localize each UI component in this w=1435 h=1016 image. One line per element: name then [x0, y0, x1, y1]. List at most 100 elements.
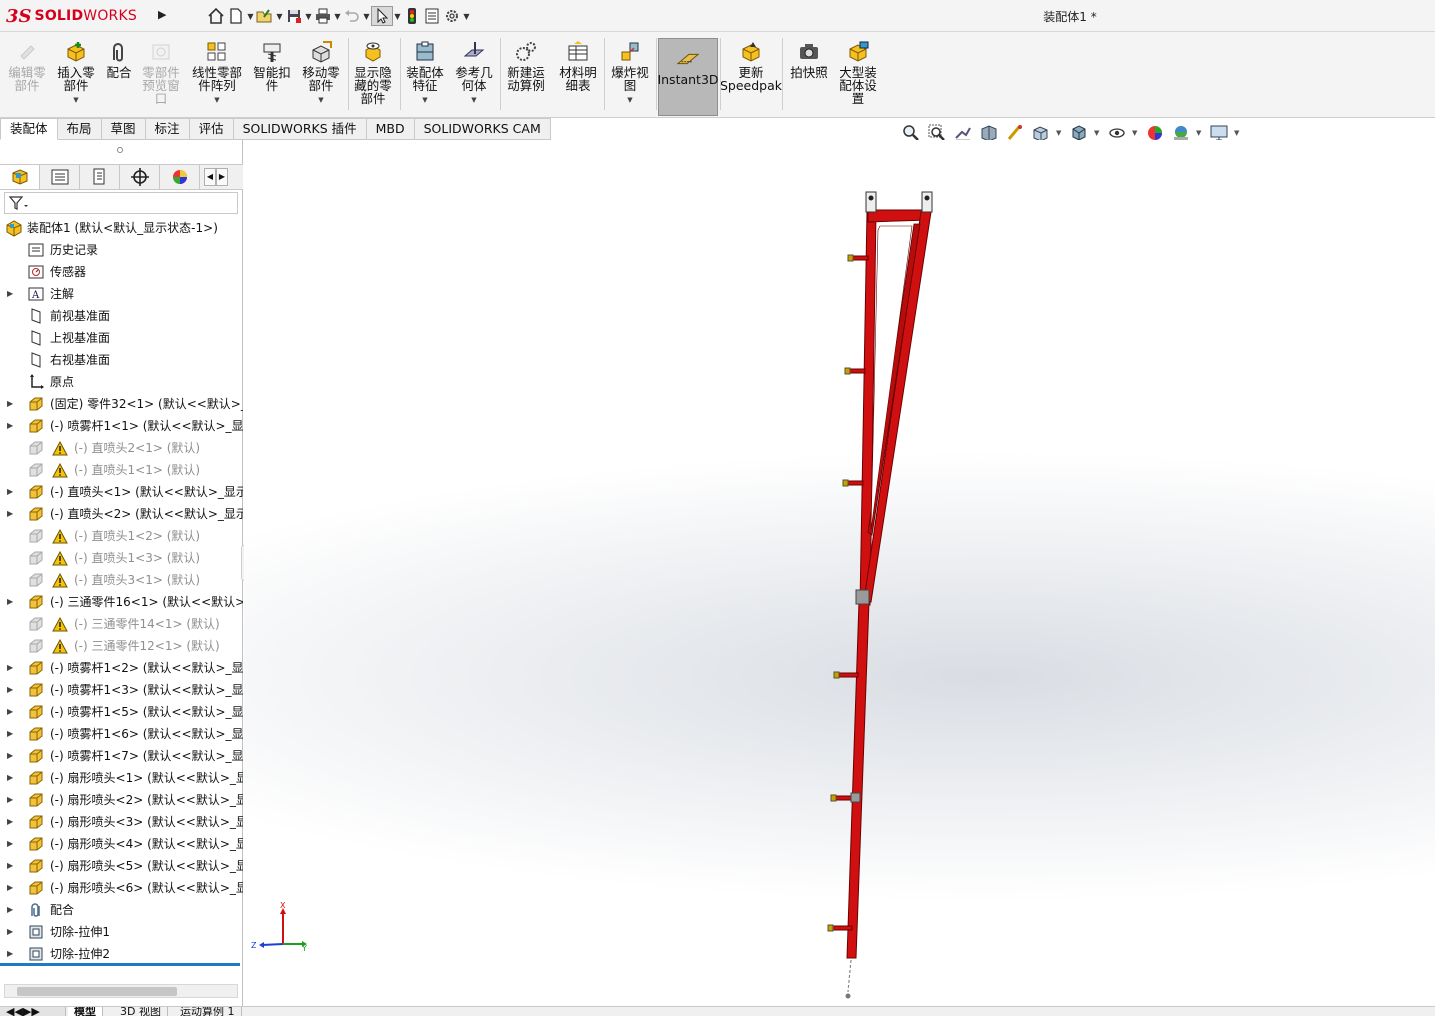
update-speedpak-button[interactable]: 更新 Speedpak	[720, 38, 782, 116]
tree-item[interactable]: ▶ (-) 扇形喷头<1> (默认<<默认>_显	[0, 767, 243, 789]
new-motion-study-button[interactable]: 新建运 动算例	[502, 38, 550, 116]
tree-expand-arrow-icon[interactable]: ▶	[7, 817, 15, 827]
options-dropdown-arrow-icon[interactable]: ▼	[462, 12, 471, 21]
tab-markup[interactable]: 标注	[145, 118, 190, 140]
tree-expand-arrow-icon[interactable]: ▶	[7, 487, 15, 497]
move-component-button[interactable]: 移动零 部件 ▼	[298, 38, 344, 116]
undo-dropdown-arrow-icon[interactable]: ▼	[362, 12, 371, 21]
new-document-icon[interactable]	[226, 6, 246, 26]
tab-evaluate[interactable]: 评估	[189, 118, 234, 140]
boom-frame-model[interactable]	[244, 140, 1435, 1006]
edit-component-button[interactable]: 编辑零 部件	[4, 38, 50, 116]
save-icon[interactable]	[284, 6, 304, 26]
exploded-view-dropdown-icon[interactable]: ▼	[627, 94, 632, 107]
dimxpert-manager-tab[interactable]	[120, 165, 160, 189]
tree-item[interactable]: ▶ (-) 喷雾杆1<5> (默认<<默认>_显示	[0, 701, 243, 723]
solidworks-logo[interactable]: 3S SOLIDWORKS	[6, 3, 154, 29]
tree-item[interactable]: ▶ (-) 扇形喷头<6> (默认<<默认>_显	[0, 877, 243, 899]
file-properties-icon[interactable]	[422, 6, 442, 26]
tree-item[interactable]: ▶ (-) 三通零件16<1> (默认<<默认>_	[0, 591, 243, 613]
tree-item[interactable]: ▶ (-) 扇形喷头<2> (默认<<默认>_显	[0, 789, 243, 811]
tree-item[interactable]: (-) 直喷头1<2> (默认)	[0, 525, 243, 547]
insert-components-button[interactable]: 插入零 部件 ▼	[52, 38, 100, 116]
insert-components-dropdown-icon[interactable]: ▼	[73, 94, 78, 107]
property-manager-tab[interactable]	[40, 165, 80, 189]
tree-item[interactable]: (-) 三通零件14<1> (默认)	[0, 613, 243, 635]
tree-expand-arrow-icon[interactable]: ▶	[7, 795, 15, 805]
panel-split-grip-icon[interactable]	[117, 147, 123, 153]
reference-geometry-button[interactable]: 参考几 何体 ▼	[450, 38, 498, 116]
feature-tree-filter[interactable]	[4, 192, 238, 214]
graphics-area[interactable]: X Y Z	[244, 140, 1435, 1006]
tree-expand-arrow-icon[interactable]: ▶	[7, 751, 15, 761]
move-component-dropdown-icon[interactable]: ▼	[318, 94, 323, 107]
linear-pattern-dropdown-icon[interactable]: ▼	[214, 94, 219, 107]
display-manager-tab[interactable]	[160, 165, 200, 189]
tree-item[interactable]: (-) 直喷头3<1> (默认)	[0, 569, 243, 591]
view-settings-dropdown-icon[interactable]: ▼	[1234, 129, 1244, 137]
tree-item[interactable]: ▶ (-) 喷雾杆1<1> (默认<<默认>_显示	[0, 415, 243, 437]
tree-expand-arrow-icon[interactable]: ▶	[7, 773, 15, 783]
tree-item[interactable]: 前视基准面	[0, 305, 243, 327]
tree-item[interactable]: 上视基准面	[0, 327, 243, 349]
tab-solidworks-addins[interactable]: SOLIDWORKS 插件	[233, 118, 367, 140]
tree-item[interactable]: ▶ (-) 扇形喷头<4> (默认<<默认>_显	[0, 833, 243, 855]
tree-item[interactable]: ▶ (-) 喷雾杆1<7> (默认<<默认>_显示	[0, 745, 243, 767]
apply-scene-dropdown-icon[interactable]: ▼	[1196, 129, 1206, 137]
open-folder-icon[interactable]	[255, 6, 275, 26]
tree-item[interactable]: ▶ A 注解	[0, 283, 243, 305]
tree-item[interactable]: 传感器	[0, 261, 243, 283]
feature-manager-tab[interactable]	[0, 165, 40, 189]
tree-item[interactable]: 右视基准面	[0, 349, 243, 371]
tree-expand-arrow-icon[interactable]: ▶	[7, 509, 15, 519]
tree-item[interactable]: ▶ 切除-拉伸1	[0, 921, 243, 943]
view-orientation-dropdown-icon[interactable]: ▼	[1056, 129, 1066, 137]
open-dropdown-arrow-icon[interactable]: ▼	[275, 12, 284, 21]
scrollbar-thumb[interactable]	[17, 987, 177, 996]
bottom-tab-model[interactable]: 模型	[68, 1007, 103, 1016]
tree-item[interactable]: ▶ (-) 直喷头<1> (默认<<默认>_显示	[0, 481, 243, 503]
reference-geometry-dropdown-icon[interactable]: ▼	[471, 94, 476, 107]
display-style-dropdown-icon[interactable]: ▼	[1094, 129, 1104, 137]
tree-expand-arrow-icon[interactable]: ▶	[7, 663, 15, 673]
tab-layout[interactable]: 布局	[57, 118, 102, 140]
tree-root-assembly[interactable]: 装配体1 (默认<默认_显示状态-1>)	[0, 217, 243, 239]
options-gear-icon[interactable]	[442, 6, 462, 26]
tree-expand-arrow-icon[interactable]: ▶	[7, 927, 15, 937]
component-preview-button[interactable]: 零部件 预览窗口	[138, 38, 184, 116]
print-icon[interactable]	[313, 6, 333, 26]
tree-item[interactable]: (-) 直喷头1<3> (默认)	[0, 547, 243, 569]
tree-item[interactable]: 历史记录	[0, 239, 243, 261]
tree-expand-arrow-icon[interactable]: ▶	[7, 839, 15, 849]
tree-expand-arrow-icon[interactable]: ▶	[7, 949, 15, 959]
tree-item[interactable]: (-) 直喷头1<1> (默认)	[0, 459, 243, 481]
instant3d-button[interactable]: Instant3D	[657, 38, 719, 116]
tab-scroll-right-icon[interactable]: ▶	[216, 168, 228, 186]
bill-of-materials-button[interactable]: 材料明 细表	[554, 38, 602, 116]
tree-item[interactable]: ▶ (-) 扇形喷头<3> (默认<<默认>_显	[0, 811, 243, 833]
undo-icon[interactable]	[342, 6, 362, 26]
tree-item[interactable]: (-) 三通零件12<1> (默认)	[0, 635, 243, 657]
tab-assembly[interactable]: 装配体	[0, 118, 58, 140]
linear-pattern-button[interactable]: 线性零部 件阵列 ▼	[188, 38, 246, 116]
bottom-tab-motion-study[interactable]: 运动算例 1	[174, 1007, 242, 1016]
tree-item[interactable]: ▶ (-) 喷雾杆1<3> (默认<<默认>_显示	[0, 679, 243, 701]
configuration-manager-tab[interactable]	[80, 165, 120, 189]
tree-expand-arrow-icon[interactable]: ▶	[7, 685, 15, 695]
exploded-view-button[interactable]: 爆炸视图 ▼	[606, 38, 654, 116]
tree-expand-arrow-icon[interactable]: ▶	[7, 421, 15, 431]
bottom-tab-3d-view[interactable]: 3D 视图	[114, 1007, 168, 1016]
tree-expand-arrow-icon[interactable]: ▶	[7, 399, 15, 409]
tab-sketch[interactable]: 草图	[101, 118, 146, 140]
print-dropdown-arrow-icon[interactable]: ▼	[333, 12, 342, 21]
tree-expand-arrow-icon[interactable]: ▶	[7, 729, 15, 739]
tree-item[interactable]: ▶ 切除-拉伸2	[0, 943, 243, 965]
hide-show-dropdown-icon[interactable]: ▼	[1132, 129, 1142, 137]
home-icon[interactable]	[206, 6, 226, 26]
expand-menu-arrow-icon[interactable]: ▶	[158, 8, 172, 24]
large-assembly-settings-button[interactable]: 大型装 配体设置	[834, 38, 882, 116]
tree-item[interactable]: ▶ 配合	[0, 899, 243, 921]
select-dropdown-arrow-icon[interactable]: ▼	[393, 12, 402, 21]
tree-expand-arrow-icon[interactable]: ▶	[7, 861, 15, 871]
select-pointer-icon[interactable]	[371, 6, 393, 26]
